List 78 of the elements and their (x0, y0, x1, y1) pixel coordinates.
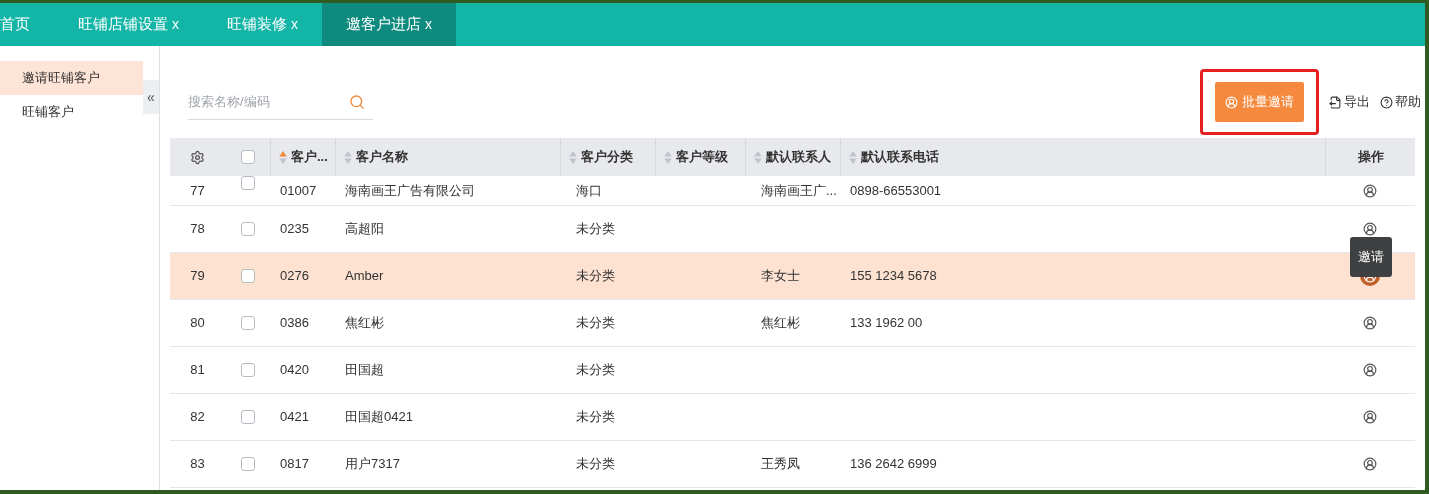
table-cell-text: 田国超0421 (345, 408, 413, 427)
tooltip: 邀请 (1350, 237, 1392, 277)
invite-icon[interactable] (1363, 183, 1377, 198)
table-cell-text: 高超阳 (345, 220, 384, 239)
table-cell-text: 未分类 (576, 267, 615, 286)
table-cell-text: 0898-66553001 (850, 181, 942, 200)
table-cell-text: 焦红彬 (345, 314, 384, 333)
table-cell-text: 0276 (280, 267, 309, 286)
sort-icon[interactable] (849, 150, 857, 164)
table-cell-text: 用户7317 (345, 455, 400, 474)
row-number: 82 (190, 408, 205, 427)
table-cell-text: 155 1234 5678 (850, 267, 937, 286)
tab[interactable]: 邀客户进店 x (322, 3, 456, 46)
collapse-button[interactable]: « (143, 80, 159, 114)
column-header[interactable]: 操作 (1357, 147, 1384, 167)
sort-icon[interactable] (344, 150, 352, 164)
row-number: 77 (190, 181, 205, 200)
sort-icon[interactable] (664, 150, 672, 164)
checkbox[interactable] (240, 410, 255, 424)
column-header[interactable]: 客户名称 (356, 147, 408, 167)
table-cell-text: 133 1962 00 (850, 314, 923, 333)
table-cell-text: 海南画王广... (761, 181, 837, 200)
search-field[interactable]: 搜索名称/编码 (188, 84, 373, 120)
invite-icon[interactable] (1363, 316, 1377, 330)
checkbox[interactable] (240, 269, 255, 283)
table-cell-text: 海南画王广告有限公司 (345, 181, 475, 200)
close-icon[interactable]: x (425, 14, 432, 35)
settings-icon[interactable] (190, 149, 205, 165)
invite-icon[interactable] (1363, 457, 1377, 471)
sort-icon[interactable] (754, 150, 762, 164)
export-icon (1329, 95, 1342, 109)
column-header[interactable]: 默认联系电话 (861, 147, 939, 167)
table-cell-text: 0421 (280, 408, 309, 427)
checkbox[interactable] (240, 316, 255, 330)
checkbox[interactable] (240, 150, 255, 164)
invite-icon[interactable] (1363, 410, 1377, 424)
table-cell-text: 136 2642 6999 (850, 455, 937, 474)
checkbox[interactable] (240, 176, 255, 190)
row-number: 79 (190, 267, 205, 286)
table-cell-text: 01007 (280, 181, 317, 200)
help-icon (1380, 95, 1393, 109)
table-cell-text: 田国超 (345, 361, 384, 380)
invite-icon[interactable] (1363, 363, 1377, 377)
table-cell-text: 未分类 (576, 361, 615, 380)
search-icon[interactable] (349, 94, 365, 110)
row-number: 80 (190, 314, 205, 333)
table-row[interactable]: 77 01007 海南画王广告有限公司 海口 海南画王广... 0898-66553001 (170, 176, 1415, 206)
table-cell-text: 0235 (280, 220, 309, 239)
table-cell-text: 未分类 (576, 314, 615, 333)
column-header[interactable]: 默认联系人 (766, 147, 831, 167)
table-cell-text: 未分类 (576, 408, 615, 427)
checkbox[interactable] (240, 222, 255, 236)
table-cell-text: 0817 (280, 455, 309, 474)
invite-icon[interactable] (1363, 222, 1377, 236)
table-cell-text: 未分类 (576, 455, 615, 474)
export-button[interactable]: 导出 (1329, 92, 1370, 112)
table-cell-text: 0386 (280, 314, 309, 333)
user-icon (1225, 95, 1238, 109)
table-cell-text: 海口 (576, 181, 602, 200)
sort-icon[interactable] (569, 150, 577, 164)
checkbox[interactable] (240, 457, 255, 471)
column-header[interactable]: 客户分类 (581, 147, 633, 167)
sort-icon[interactable] (279, 150, 287, 164)
table-cell-text: 王秀凤 (761, 455, 800, 474)
row-number: 78 (190, 220, 205, 239)
checkbox[interactable] (240, 363, 255, 377)
sidebar-item[interactable]: 旺铺客户 (0, 95, 143, 129)
sidebar-item[interactable]: 邀请旺铺客户 (0, 61, 143, 95)
table-cell-text: 焦红彬 (761, 314, 800, 333)
table-cell-text: 未分类 (576, 220, 615, 239)
row-number: 81 (190, 361, 205, 380)
table-cell-text: Amber (345, 267, 384, 286)
column-header[interactable]: 客户... (291, 147, 328, 167)
table-cell-text: 李女士 (761, 267, 800, 286)
help-button[interactable]: 帮助 (1380, 92, 1421, 112)
column-header[interactable]: 客户等级 (676, 147, 728, 167)
table-cell-text: 0420 (280, 361, 309, 380)
row-number: 83 (190, 455, 205, 474)
